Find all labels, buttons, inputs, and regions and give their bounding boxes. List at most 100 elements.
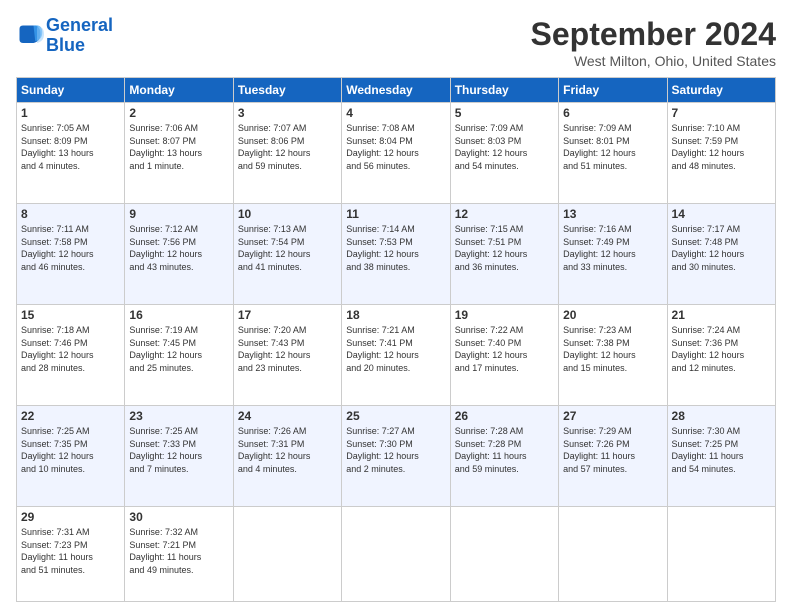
calendar-cell: 21 Sunrise: 7:24 AM Sunset: 7:36 PM Dayli… <box>667 304 775 405</box>
day-number: 4 <box>346 106 445 120</box>
calendar-cell: 26Sunrise: 7:28 AM Sunset: 7:28 PM Dayli… <box>450 405 558 506</box>
day-number: 19 <box>455 308 554 322</box>
calendar-cell <box>233 506 341 601</box>
day-number: 14 <box>672 207 771 221</box>
calendar-cell: 9Sunrise: 7:12 AM Sunset: 7:56 PM Daylig… <box>125 203 233 304</box>
day-number: 24 <box>238 409 337 423</box>
calendar-cell: 8 Sunrise: 7:11 AM Sunset: 7:58 PM Daylig… <box>17 203 125 304</box>
calendar-cell: 13 Sunrise: 7:16 AM Sunset: 7:49 PM Dayli… <box>559 203 667 304</box>
header: General Blue September 2024 West Milton,… <box>16 16 776 69</box>
day-info: Sunrise: 7:31 AM Sunset: 7:23 PM Dayligh… <box>21 526 120 576</box>
page: General Blue September 2024 West Milton,… <box>0 0 792 612</box>
calendar-week-row: 8 Sunrise: 7:11 AM Sunset: 7:58 PM Daylig… <box>17 203 776 304</box>
day-info: Sunrise: 7:18 AM Sunset: 7:46 PM Dayligh… <box>21 324 120 374</box>
title-block: September 2024 West Milton, Ohio, United… <box>531 16 776 69</box>
day-info: Sunrise: 7:20 AM Sunset: 7:43 PM Dayligh… <box>238 324 337 374</box>
calendar-cell: 22Sunrise: 7:25 AM Sunset: 7:35 PM Dayli… <box>17 405 125 506</box>
day-info: Sunrise: 7:07 AM Sunset: 8:06 PM Dayligh… <box>238 122 337 172</box>
day-info: Sunrise: 7:32 AM Sunset: 7:21 PM Dayligh… <box>129 526 228 576</box>
day-info: Sunrise: 7:30 AM Sunset: 7:25 PM Dayligh… <box>672 425 771 475</box>
day-info: Sunrise: 7:16 AM Sunset: 7:49 PM Dayligh… <box>563 223 662 273</box>
column-header-friday: Friday <box>559 78 667 103</box>
day-info: Sunrise: 7:28 AM Sunset: 7:28 PM Dayligh… <box>455 425 554 475</box>
location: West Milton, Ohio, United States <box>531 53 776 69</box>
day-number: 13 <box>563 207 662 221</box>
day-info: Sunrise: 7:10 AM Sunset: 7:59 PM Dayligh… <box>672 122 771 172</box>
day-number: 6 <box>563 106 662 120</box>
calendar-cell: 14 Sunrise: 7:17 AM Sunset: 7:48 PM Dayli… <box>667 203 775 304</box>
day-number: 11 <box>346 207 445 221</box>
day-number: 27 <box>563 409 662 423</box>
calendar-cell: 23 Sunrise: 7:25 AM Sunset: 7:33 PM Dayli… <box>125 405 233 506</box>
day-info: Sunrise: 7:15 AM Sunset: 7:51 PM Dayligh… <box>455 223 554 273</box>
day-number: 12 <box>455 207 554 221</box>
day-number: 20 <box>563 308 662 322</box>
calendar-table: SundayMondayTuesdayWednesdayThursdayFrid… <box>16 77 776 602</box>
calendar-cell: 25 Sunrise: 7:27 AM Sunset: 7:30 PM Dayli… <box>342 405 450 506</box>
day-info: Sunrise: 7:19 AM Sunset: 7:45 PM Dayligh… <box>129 324 228 374</box>
calendar-cell <box>667 506 775 601</box>
day-number: 16 <box>129 308 228 322</box>
day-info: Sunrise: 7:09 AM Sunset: 8:01 PM Dayligh… <box>563 122 662 172</box>
calendar-cell: 18Sunrise: 7:21 AM Sunset: 7:41 PM Dayli… <box>342 304 450 405</box>
calendar-cell: 27 Sunrise: 7:29 AM Sunset: 7:26 PM Dayli… <box>559 405 667 506</box>
day-number: 22 <box>21 409 120 423</box>
day-info: Sunrise: 7:26 AM Sunset: 7:31 PM Dayligh… <box>238 425 337 475</box>
day-number: 2 <box>129 106 228 120</box>
day-number: 17 <box>238 308 337 322</box>
day-info: Sunrise: 7:05 AM Sunset: 8:09 PM Dayligh… <box>21 122 120 172</box>
calendar-header-row: SundayMondayTuesdayWednesdayThursdayFrid… <box>17 78 776 103</box>
calendar-week-row: 15 Sunrise: 7:18 AM Sunset: 7:46 PM Dayli… <box>17 304 776 405</box>
calendar-cell: 16 Sunrise: 7:19 AM Sunset: 7:45 PM Dayli… <box>125 304 233 405</box>
calendar-cell: 2 Sunrise: 7:06 AM Sunset: 8:07 PM Daylig… <box>125 103 233 204</box>
day-number: 3 <box>238 106 337 120</box>
day-number: 8 <box>21 207 120 221</box>
day-info: Sunrise: 7:13 AM Sunset: 7:54 PM Dayligh… <box>238 223 337 273</box>
day-number: 1 <box>21 106 120 120</box>
day-info: Sunrise: 7:24 AM Sunset: 7:36 PM Dayligh… <box>672 324 771 374</box>
calendar-week-row: 1 Sunrise: 7:05 AM Sunset: 8:09 PM Daylig… <box>17 103 776 204</box>
day-info: Sunrise: 7:06 AM Sunset: 8:07 PM Dayligh… <box>129 122 228 172</box>
calendar-cell <box>559 506 667 601</box>
calendar-cell: 24 Sunrise: 7:26 AM Sunset: 7:31 PM Dayli… <box>233 405 341 506</box>
day-number: 21 <box>672 308 771 322</box>
day-info: Sunrise: 7:27 AM Sunset: 7:30 PM Dayligh… <box>346 425 445 475</box>
day-number: 18 <box>346 308 445 322</box>
calendar-cell: 3 Sunrise: 7:07 AM Sunset: 8:06 PM Daylig… <box>233 103 341 204</box>
calendar-cell: 15 Sunrise: 7:18 AM Sunset: 7:46 PM Dayli… <box>17 304 125 405</box>
logo-icon <box>16 22 44 50</box>
column-header-thursday: Thursday <box>450 78 558 103</box>
day-number: 10 <box>238 207 337 221</box>
day-info: Sunrise: 7:25 AM Sunset: 7:33 PM Dayligh… <box>129 425 228 475</box>
column-header-wednesday: Wednesday <box>342 78 450 103</box>
month-title: September 2024 <box>531 16 776 53</box>
calendar-cell: 4 Sunrise: 7:08 AM Sunset: 8:04 PM Daylig… <box>342 103 450 204</box>
calendar-week-row: 29Sunrise: 7:31 AM Sunset: 7:23 PM Dayli… <box>17 506 776 601</box>
calendar-cell: 10 Sunrise: 7:13 AM Sunset: 7:54 PM Dayli… <box>233 203 341 304</box>
day-info: Sunrise: 7:22 AM Sunset: 7:40 PM Dayligh… <box>455 324 554 374</box>
day-number: 28 <box>672 409 771 423</box>
day-number: 25 <box>346 409 445 423</box>
day-info: Sunrise: 7:08 AM Sunset: 8:04 PM Dayligh… <box>346 122 445 172</box>
day-number: 23 <box>129 409 228 423</box>
calendar-cell <box>450 506 558 601</box>
calendar-cell: 17 Sunrise: 7:20 AM Sunset: 7:43 PM Dayli… <box>233 304 341 405</box>
day-info: Sunrise: 7:17 AM Sunset: 7:48 PM Dayligh… <box>672 223 771 273</box>
day-info: Sunrise: 7:29 AM Sunset: 7:26 PM Dayligh… <box>563 425 662 475</box>
calendar-cell: 5Sunrise: 7:09 AM Sunset: 8:03 PM Daylig… <box>450 103 558 204</box>
calendar-cell: 6 Sunrise: 7:09 AM Sunset: 8:01 PM Daylig… <box>559 103 667 204</box>
calendar-cell: 29Sunrise: 7:31 AM Sunset: 7:23 PM Dayli… <box>17 506 125 601</box>
logo: General Blue <box>16 16 113 56</box>
calendar-cell: 30 Sunrise: 7:32 AM Sunset: 7:21 PM Dayli… <box>125 506 233 601</box>
logo-text: General Blue <box>46 16 113 56</box>
day-info: Sunrise: 7:09 AM Sunset: 8:03 PM Dayligh… <box>455 122 554 172</box>
calendar-cell: 7Sunrise: 7:10 AM Sunset: 7:59 PM Daylig… <box>667 103 775 204</box>
column-header-sunday: Sunday <box>17 78 125 103</box>
day-number: 15 <box>21 308 120 322</box>
day-number: 30 <box>129 510 228 524</box>
calendar-cell: 12 Sunrise: 7:15 AM Sunset: 7:51 PM Dayli… <box>450 203 558 304</box>
calendar-cell: 1 Sunrise: 7:05 AM Sunset: 8:09 PM Daylig… <box>17 103 125 204</box>
day-info: Sunrise: 7:11 AM Sunset: 7:58 PM Dayligh… <box>21 223 120 273</box>
day-number: 9 <box>129 207 228 221</box>
calendar-cell: 11Sunrise: 7:14 AM Sunset: 7:53 PM Dayli… <box>342 203 450 304</box>
